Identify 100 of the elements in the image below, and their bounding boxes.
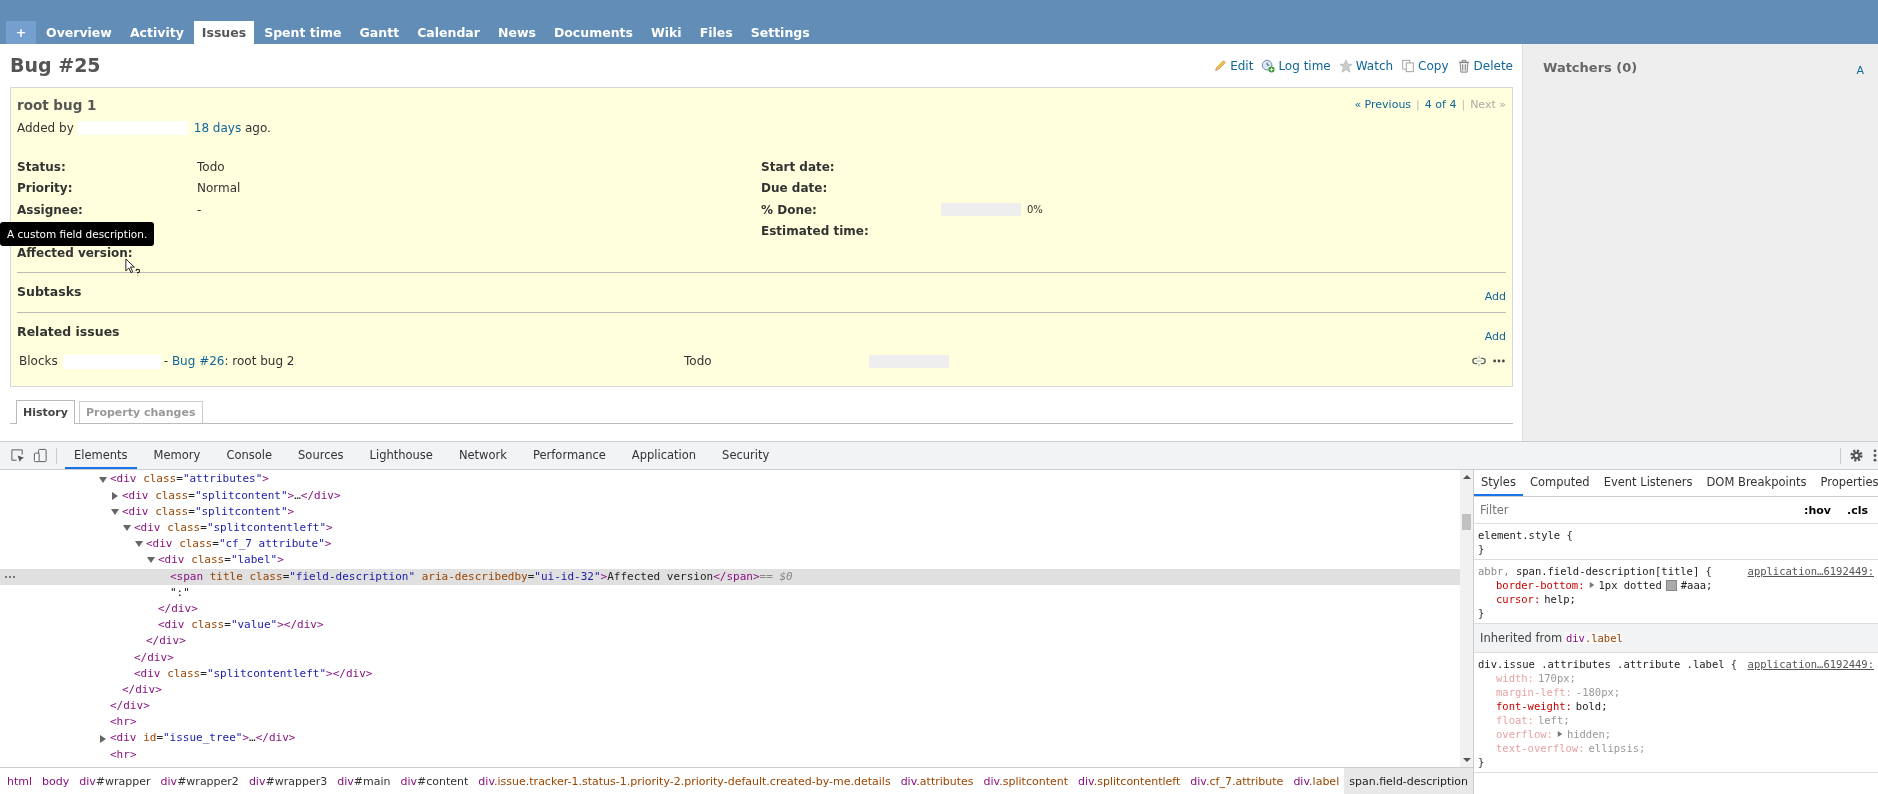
breadcrumb-item[interactable]: div.label xyxy=(1288,768,1345,794)
project-tab[interactable]: Activity xyxy=(121,20,192,44)
breadcrumb-item[interactable]: div#main xyxy=(332,768,396,794)
expand-arrow-icon[interactable] xyxy=(1556,731,1563,738)
project-tab[interactable]: Settings xyxy=(742,20,818,44)
source-link[interactable]: application…6192449: xyxy=(1747,657,1874,672)
dom-tree-row[interactable]: <div class="attributes"> xyxy=(0,471,1460,488)
css-declaration: border-bottom: 1px dotted #aaa; xyxy=(1495,578,1714,593)
trash-icon[interactable] xyxy=(1456,58,1471,73)
breadcrumb-item[interactable]: div.issue.tracker-1.status-1.priority-2.priority-default.created-by-me.details xyxy=(473,768,896,794)
dom-tree-row[interactable]: <div class="splitcontent"> xyxy=(0,503,1460,520)
dom-tree-row[interactable]: </div> xyxy=(0,681,1460,699)
element-link[interactable]: div.label xyxy=(1565,632,1623,645)
dom-tree-row[interactable]: <div class="splitcontentleft"></div> xyxy=(0,665,1460,682)
pager-link[interactable]: « Previous xyxy=(1354,98,1412,112)
project-tab[interactable]: Files xyxy=(691,20,741,44)
devtools-tab[interactable]: Elements xyxy=(65,442,137,470)
styles-tab[interactable]: DOM Breakpoints xyxy=(1699,470,1814,497)
inspect-icon[interactable] xyxy=(10,448,25,464)
devtools-tab[interactable]: Performance xyxy=(523,442,615,470)
collapse-arrow-icon[interactable] xyxy=(147,556,155,565)
age-link[interactable]: 18 days xyxy=(193,120,242,135)
devtools-tab[interactable]: Sources xyxy=(289,442,353,470)
css-declaration: float: left; xyxy=(1495,713,1571,728)
filter-toggle[interactable]: .cls xyxy=(1840,502,1874,518)
project-tab[interactable]: Spent time xyxy=(256,20,350,44)
dom-tree-row[interactable]: <div class="splitcontent">…</div> xyxy=(0,487,1460,504)
history-tab[interactable]: History xyxy=(16,399,75,424)
dom-tree-row[interactable]: </div> xyxy=(0,633,1460,650)
action-link[interactable]: Delete xyxy=(1473,58,1513,73)
breadcrumb-item[interactable]: div#wrapper3 xyxy=(243,768,333,794)
breadcrumb-item[interactable]: div.splitcontent xyxy=(978,768,1073,794)
dom-tree-row[interactable]: <div class="cf_7 attribute"> xyxy=(0,536,1460,553)
devtools-tab[interactable]: Console xyxy=(217,442,282,470)
settings-icon[interactable] xyxy=(1849,448,1864,464)
source-link[interactable]: application…6192449: xyxy=(1747,564,1874,579)
dom-tree-row[interactable]: </div> xyxy=(0,600,1460,618)
project-tab[interactable]: Calendar xyxy=(409,20,488,44)
unlink-icon[interactable] xyxy=(1472,354,1486,369)
action-link[interactable]: Log time xyxy=(1278,58,1331,73)
filter-toggle[interactable]: :hov xyxy=(1798,502,1837,518)
project-tab[interactable]: Gantt xyxy=(351,20,408,44)
breadcrumb-item[interactable]: html xyxy=(2,768,38,794)
breadcrumb-item[interactable]: div.cf_7.attribute xyxy=(1185,768,1289,794)
breadcrumb-item[interactable]: span.field-description xyxy=(1344,768,1473,794)
action-link[interactable]: Watch xyxy=(1355,58,1394,73)
dom-tree-row[interactable]: <hr> xyxy=(0,746,1460,763)
collapse-arrow-icon[interactable] xyxy=(123,524,131,533)
styles-tab[interactable]: Event Listeners xyxy=(1596,470,1700,497)
css-selector: abbr, span.field-description[title] { xyxy=(1478,564,1713,579)
expand-arrow-icon[interactable] xyxy=(111,491,119,500)
project-tab[interactable]: Documents xyxy=(545,20,641,44)
project-tab[interactable]: Issues xyxy=(193,20,255,44)
attribute-label: Due date: xyxy=(761,181,829,196)
project-tab[interactable]: Overview xyxy=(38,20,120,44)
breadcrumb-item[interactable]: div#wrapper2 xyxy=(155,768,244,794)
project-tab[interactable]: Wiki xyxy=(643,20,690,44)
add-link[interactable]: Add xyxy=(1484,290,1506,304)
more-menu-icon[interactable] xyxy=(1872,448,1878,464)
action-link[interactable]: Edit xyxy=(1230,58,1254,73)
action-link[interactable]: Copy xyxy=(1418,58,1449,73)
dom-tree-row[interactable]: ":" xyxy=(0,584,1460,601)
project-tab[interactable]: News xyxy=(489,20,544,44)
breadcrumb-item[interactable]: div#content xyxy=(395,768,474,794)
scrollbar-thumb[interactable] xyxy=(1462,514,1471,531)
dom-tree-row[interactable]: <hr> xyxy=(0,714,1460,731)
breadcrumb-item[interactable]: div.attributes xyxy=(895,768,979,794)
device-icon[interactable] xyxy=(33,448,48,464)
sidebar-link[interactable]: A xyxy=(1856,63,1864,442)
pager-separator: | xyxy=(1461,98,1466,112)
dom-tree-row[interactable]: <div class="splitcontentleft"> xyxy=(0,520,1460,537)
styles-tab[interactable]: Computed xyxy=(1522,470,1597,497)
expand-arrow-icon[interactable] xyxy=(99,734,107,743)
scrollbar[interactable] xyxy=(1460,470,1473,767)
styles-tab[interactable]: Properties xyxy=(1813,470,1878,497)
help-cursor-icon xyxy=(125,257,142,277)
styles-tab[interactable]: Styles xyxy=(1474,470,1523,497)
breadcrumb-item[interactable]: div#wrapper xyxy=(74,768,156,794)
add-link[interactable]: Add xyxy=(1484,330,1506,344)
collapse-arrow-icon[interactable] xyxy=(135,540,143,549)
devtools-tab[interactable]: Application xyxy=(622,442,706,470)
dom-tree-row[interactable]: <span title class="field-description" aria-describedby="ui-id-32">Affected version</span>== $0 xyxy=(0,568,1460,585)
devtools-tab[interactable]: Network xyxy=(449,442,516,470)
dom-tree-row[interactable]: </div> xyxy=(0,698,1460,715)
dom-tree-row[interactable]: <div class="label"> xyxy=(0,552,1460,569)
dom-tree-row[interactable]: <div id="issue_tree">…</div> xyxy=(0,730,1460,747)
clock-icon[interactable] xyxy=(1261,58,1276,73)
dom-tree-row[interactable]: </div> xyxy=(0,649,1460,666)
star-icon[interactable] xyxy=(1338,58,1353,73)
expand-arrow-icon[interactable] xyxy=(1588,582,1595,589)
devtools-tab[interactable]: Lighthouse xyxy=(360,442,442,470)
dom-tree-row[interactable]: <div class="value"></div> xyxy=(0,617,1460,634)
color-swatch[interactable] xyxy=(1665,579,1677,591)
collapse-arrow-icon[interactable] xyxy=(99,475,107,484)
breadcrumb-item[interactable]: body xyxy=(37,768,75,794)
breadcrumb-item[interactable]: div.splitcontentleft xyxy=(1073,768,1186,794)
devtools-tab[interactable]: Security xyxy=(713,442,779,470)
devtools-tab[interactable]: Memory xyxy=(144,442,210,470)
pager-link[interactable]: 4 of 4 xyxy=(1424,98,1457,112)
collapse-arrow-icon[interactable] xyxy=(111,507,119,516)
